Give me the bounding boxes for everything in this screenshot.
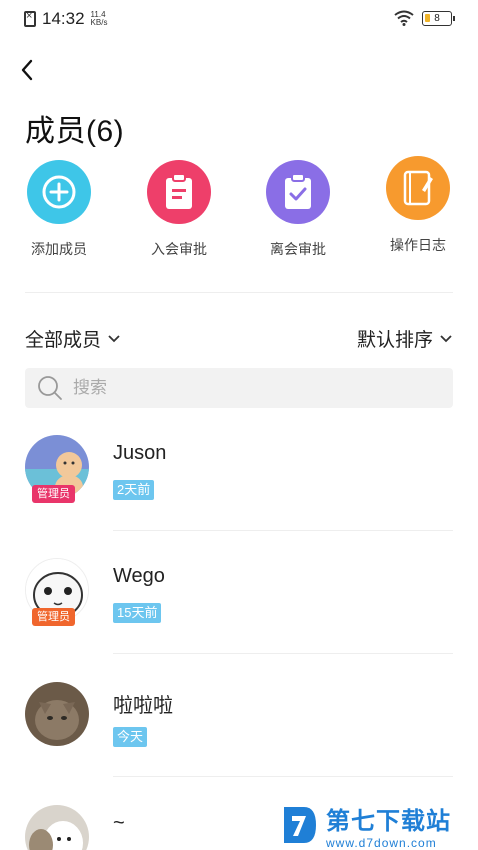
avatar (25, 682, 89, 746)
chevron-down-icon (108, 334, 120, 342)
battery-icon: 8 (422, 10, 455, 26)
sort-dropdown[interactable]: 默认排序 (357, 325, 453, 352)
status-right: 8 (394, 10, 455, 26)
member-name: Juson (113, 442, 167, 464)
status-left: 14:32 11.4 KB/s (24, 9, 107, 29)
avatar (25, 805, 89, 850)
clipboard-check-icon (266, 160, 330, 224)
leave-approval-button[interactable]: 离会审批 (253, 160, 343, 259)
member-name: 啦啦啦 (113, 695, 173, 717)
notebook-pen-icon (386, 156, 450, 220)
search-icon (38, 376, 62, 400)
member-scope-dropdown[interactable]: 全部成员 (25, 325, 121, 352)
add-member-label: 添加成员 (31, 241, 87, 257)
member-scope-label: 全部成员 (25, 330, 102, 351)
divider (25, 292, 453, 293)
member-name: Wego (113, 565, 165, 587)
network-speed: 11.4 KB/s (91, 11, 108, 27)
role-badge: 管理员 (32, 608, 75, 626)
chevron-down-icon (440, 334, 452, 342)
network-speed-unit: KB/s (90, 18, 108, 27)
watermark-title: 第七下载站 (326, 807, 451, 835)
battery-level: 8 (434, 12, 440, 24)
clipboard-list-icon (147, 160, 211, 224)
divider (113, 530, 453, 531)
last-active-badge: 15天前 (113, 603, 162, 623)
join-approval-button[interactable]: 入会审批 (134, 160, 224, 259)
last-active-badge: 2天前 (113, 480, 155, 500)
no-sim-icon (24, 10, 36, 27)
member-list-item[interactable]: 管理员 Juson 2天前 (0, 435, 478, 555)
watermark-url: www.d7down.com (326, 835, 437, 850)
member-list-item[interactable]: 啦啦啦 今天 (0, 682, 478, 802)
divider (113, 776, 453, 777)
page-title: 成员(6) (25, 115, 125, 148)
sort-label: 默认排序 (356, 330, 433, 351)
status-time: 14:32 (42, 9, 85, 28)
plus-icon (27, 160, 91, 224)
d7-logo-icon (284, 807, 316, 843)
search-input[interactable] (73, 378, 413, 398)
watermark-text: 第七下载站 www.d7down.com (326, 801, 451, 850)
operation-log-label: 操作日志 (390, 237, 446, 253)
member-list-item[interactable]: 管理员 Wego 15天前 (0, 558, 478, 678)
leave-approval-label: 离会审批 (270, 241, 326, 257)
status-bar: 14:32 11.4 KB/s 8 (0, 0, 478, 40)
search-bar[interactable] (25, 368, 453, 408)
divider (113, 653, 453, 654)
last-active-badge: 今天 (113, 727, 148, 747)
operation-log-button[interactable]: 操作日志 (373, 156, 463, 255)
role-badge: 管理员 (32, 485, 75, 503)
wifi-icon (394, 10, 414, 26)
back-arrow-icon[interactable] (16, 58, 40, 82)
watermark: 第七下载站 www.d7down.com (280, 800, 478, 850)
action-row: 添加成员 入会审批 离会审批 操作日志 (0, 156, 478, 270)
add-member-button[interactable]: 添加成员 (14, 160, 104, 259)
filter-row: 全部成员 默认排序 (25, 325, 453, 351)
join-approval-label: 入会审批 (151, 241, 207, 257)
member-name: ~ (113, 812, 125, 834)
